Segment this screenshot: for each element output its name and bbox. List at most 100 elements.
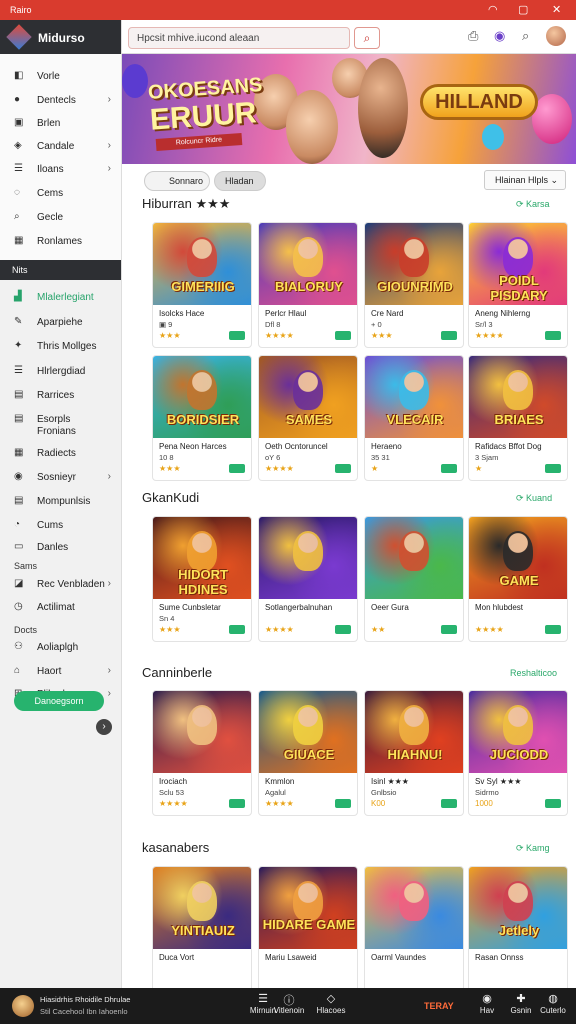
sort-dropdown[interactable]: Hlainan Hlpls ⌄ bbox=[484, 170, 566, 190]
game-card[interactable]: BORIDSIER Pena Neon Harces 10 8 ★★★ bbox=[152, 355, 252, 481]
sidebar-item-label: Hlrlergdiad bbox=[37, 366, 86, 377]
doc-icon: ▤ bbox=[14, 389, 24, 400]
sidebar-item[interactable]: ▤ Esorpls Fronians bbox=[0, 410, 121, 437]
sidebar-item[interactable]: ◷ Actilimat bbox=[0, 598, 121, 618]
bottom-nav-2[interactable]: ◇ Hlacoes bbox=[306, 992, 356, 1015]
game-title: Oeer Gura bbox=[371, 603, 409, 612]
sidebar-item[interactable]: ◉ Sosnieyr › bbox=[0, 468, 121, 488]
puzzle-icon: ✦ bbox=[14, 340, 23, 351]
sidebar-cta-button[interactable]: Danoegsorn bbox=[14, 691, 104, 711]
free-badge-icon bbox=[335, 331, 351, 340]
sidebar-item[interactable]: ▤ Mompunlsis bbox=[0, 492, 121, 512]
sidebar-item[interactable]: ▟ Mlalerlegiant bbox=[0, 288, 121, 308]
sidebar-item[interactable]: ▦ Radiects bbox=[0, 444, 121, 464]
game-card[interactable]: VLECAIR Heraeno 35 31 ★ bbox=[364, 355, 464, 481]
sidebar-header: Midurso bbox=[0, 20, 121, 54]
free-badge-icon bbox=[229, 625, 245, 634]
game-card[interactable]: GAME Mon hlubdest ★★★★ bbox=[468, 516, 568, 642]
filter-chip-hladan[interactable]: Hladan bbox=[214, 171, 266, 191]
sidebar-item[interactable]: ▦ Ronlames bbox=[0, 232, 121, 252]
game-card[interactable]: Sotlangerbalnuhan ★★★★ bbox=[258, 516, 358, 642]
sidebar-item[interactable]: ▣ Brlen bbox=[0, 114, 121, 134]
character-figure bbox=[187, 881, 217, 921]
sidebar-item-label: Actilimat bbox=[37, 602, 75, 613]
sidebar-item[interactable]: ✎ Aparpiehe bbox=[0, 313, 121, 333]
close-icon[interactable]: ✕ bbox=[552, 3, 561, 16]
banner-pill-button[interactable]: HILLAND bbox=[420, 84, 538, 120]
sidebar-item[interactable]: ▤ Rarrices bbox=[0, 386, 121, 406]
user-avatar[interactable] bbox=[546, 26, 566, 46]
bottom-action-2[interactable]: ◍ Cuterlo bbox=[528, 992, 576, 1015]
filter-chip-sonnaro[interactable]: Sonnaro bbox=[144, 171, 210, 191]
sidebar-item[interactable]: ⚇ Aoliaplgh bbox=[0, 638, 121, 658]
game-thumbnail: HIAHNU! bbox=[365, 691, 463, 773]
character-figure bbox=[503, 705, 533, 745]
section-title: Canninberle bbox=[142, 665, 213, 680]
sidebar-item[interactable]: ◈ Candale › bbox=[0, 137, 121, 157]
brand-name: Midurso bbox=[38, 31, 85, 45]
sidebar-item[interactable]: ◪ Rec Venbladen › bbox=[0, 575, 121, 595]
game-title: Rafidacs Bffot Dog bbox=[475, 442, 542, 451]
game-thumbnail: BORIDSIER bbox=[153, 356, 251, 438]
bookmark-icon[interactable]: ⎙ bbox=[468, 28, 478, 44]
game-card[interactable]: BRIAES Rafidacs Bffot Dog 3 Sjam ★ bbox=[468, 355, 568, 481]
game-card[interactable]: Irociach Sclu 53 ★★★★ bbox=[152, 690, 252, 816]
game-card[interactable]: JUCIODD Sv Syl ★★★ Sidrmo 1000 bbox=[468, 690, 568, 816]
hero-banner[interactable]: OKOESANS ERUUR Rolcuncr Ridre HILLAND bbox=[122, 54, 576, 164]
game-card[interactable]: HIDARE GAME Mariu Lsaweid bbox=[258, 866, 358, 992]
game-card[interactable]: GIMERIIIG Isolcks Hace ▣ 9 ★★★ bbox=[152, 222, 252, 348]
sidebar-item-label: Rec Venbladen bbox=[37, 579, 105, 590]
game-art-title: GAME bbox=[499, 573, 539, 588]
game-subtitle: Sr/l 3 bbox=[475, 320, 493, 329]
gem-icon: ◌ bbox=[14, 187, 20, 198]
see-all-link[interactable]: ⟳ Karsa bbox=[516, 199, 550, 210]
sidebar-item[interactable]: ✦ Thris Mollges bbox=[0, 337, 121, 357]
sidebar-item-label: Danles bbox=[37, 542, 69, 553]
game-card[interactable]: HIAHNU! Isinl ★★★ Gnlbsio K00 bbox=[364, 690, 464, 816]
game-art-title: Jetlely bbox=[498, 923, 540, 938]
see-all-link[interactable]: ⟳ Kuand bbox=[516, 493, 552, 504]
brand-label: TERAY bbox=[424, 1001, 454, 1011]
gamepad-icon[interactable]: ◉ bbox=[494, 28, 505, 44]
sidebar-item-label: Cums bbox=[37, 520, 64, 531]
game-card[interactable]: GIOUNRIMD Cre Nard + 0 ★★★ bbox=[364, 222, 464, 348]
game-card[interactable]: Jetlely Rasan Onnss bbox=[468, 866, 568, 992]
game-card[interactable]: Oeer Gura ★★ bbox=[364, 516, 464, 642]
sidebar-item-label: Dentecls bbox=[37, 95, 76, 106]
character-figure bbox=[503, 370, 533, 410]
chevron-right-icon: › bbox=[107, 665, 111, 676]
sidebar-item-label: Gecle bbox=[37, 212, 64, 223]
search-icon[interactable]: ⌕ bbox=[522, 28, 529, 44]
sidebar-item[interactable]: ☰ Hlrlergdiad bbox=[0, 362, 121, 382]
sidebar-item-label: Candale bbox=[37, 141, 75, 152]
sidebar-item[interactable]: ● Dentecls › bbox=[0, 91, 121, 111]
game-card[interactable]: HIDORT HDINES Sume Cunbsletar Sn 4 ★★★ bbox=[152, 516, 252, 642]
game-card[interactable]: SAMES Oeth Ocntoruncel oY 6 ★★★★ bbox=[258, 355, 358, 481]
player-avatar[interactable] bbox=[12, 995, 34, 1017]
sidebar-item[interactable]: ◌ Cems bbox=[0, 184, 121, 204]
sidebar-item[interactable]: ◔ Cums bbox=[0, 516, 121, 536]
sidebar-item[interactable]: ⌕ Gecle bbox=[0, 208, 121, 228]
sidebar-item[interactable]: ◧ Vorle bbox=[0, 67, 121, 87]
sidebar: Midurso Nits Sams Docts ◧ Vorle ● Dentecls ›… bbox=[0, 20, 122, 988]
section-label: Nits bbox=[12, 265, 28, 275]
collapse-sidebar-button[interactable]: › bbox=[96, 719, 112, 735]
game-card[interactable]: GIUACE Kmmlon Agalul ★★★★ bbox=[258, 690, 358, 816]
sidebar-item[interactable]: ⌂ Haort › bbox=[0, 662, 121, 682]
game-card[interactable]: BIALORUY Perlcr Hlaul Dfl 8 ★★★★ bbox=[258, 222, 358, 348]
sidebar-item[interactable]: ☰ Iloans › bbox=[0, 160, 121, 180]
see-all-link[interactable]: Reshalticoo bbox=[510, 668, 557, 678]
restore-icon[interactable]: ▢ bbox=[518, 3, 528, 16]
search-button[interactable]: ⌕ bbox=[354, 27, 380, 49]
rating-stars: ★★★★ bbox=[265, 799, 294, 808]
game-card[interactable]: Oarml Vaundes bbox=[364, 866, 464, 992]
game-title: Rasan Onnss bbox=[475, 953, 524, 962]
see-all-label: Karsa bbox=[526, 199, 550, 209]
search-input[interactable]: Hpcsit mhive.iucond aleaan bbox=[128, 27, 350, 49]
see-all-link[interactable]: ⟳ Kamg bbox=[516, 843, 550, 854]
game-card[interactable]: YINTIAUIZ Duca Vort bbox=[152, 866, 252, 992]
bottom-nav-label: Vitlenoin bbox=[273, 1006, 305, 1015]
sidebar-item[interactable]: ▭ Danles bbox=[0, 538, 121, 558]
rating-stars: ★★★★ bbox=[265, 331, 294, 340]
game-card[interactable]: POIDL PISDARY Aneng Nihlerng Sr/l 3 ★★★★ bbox=[468, 222, 568, 348]
